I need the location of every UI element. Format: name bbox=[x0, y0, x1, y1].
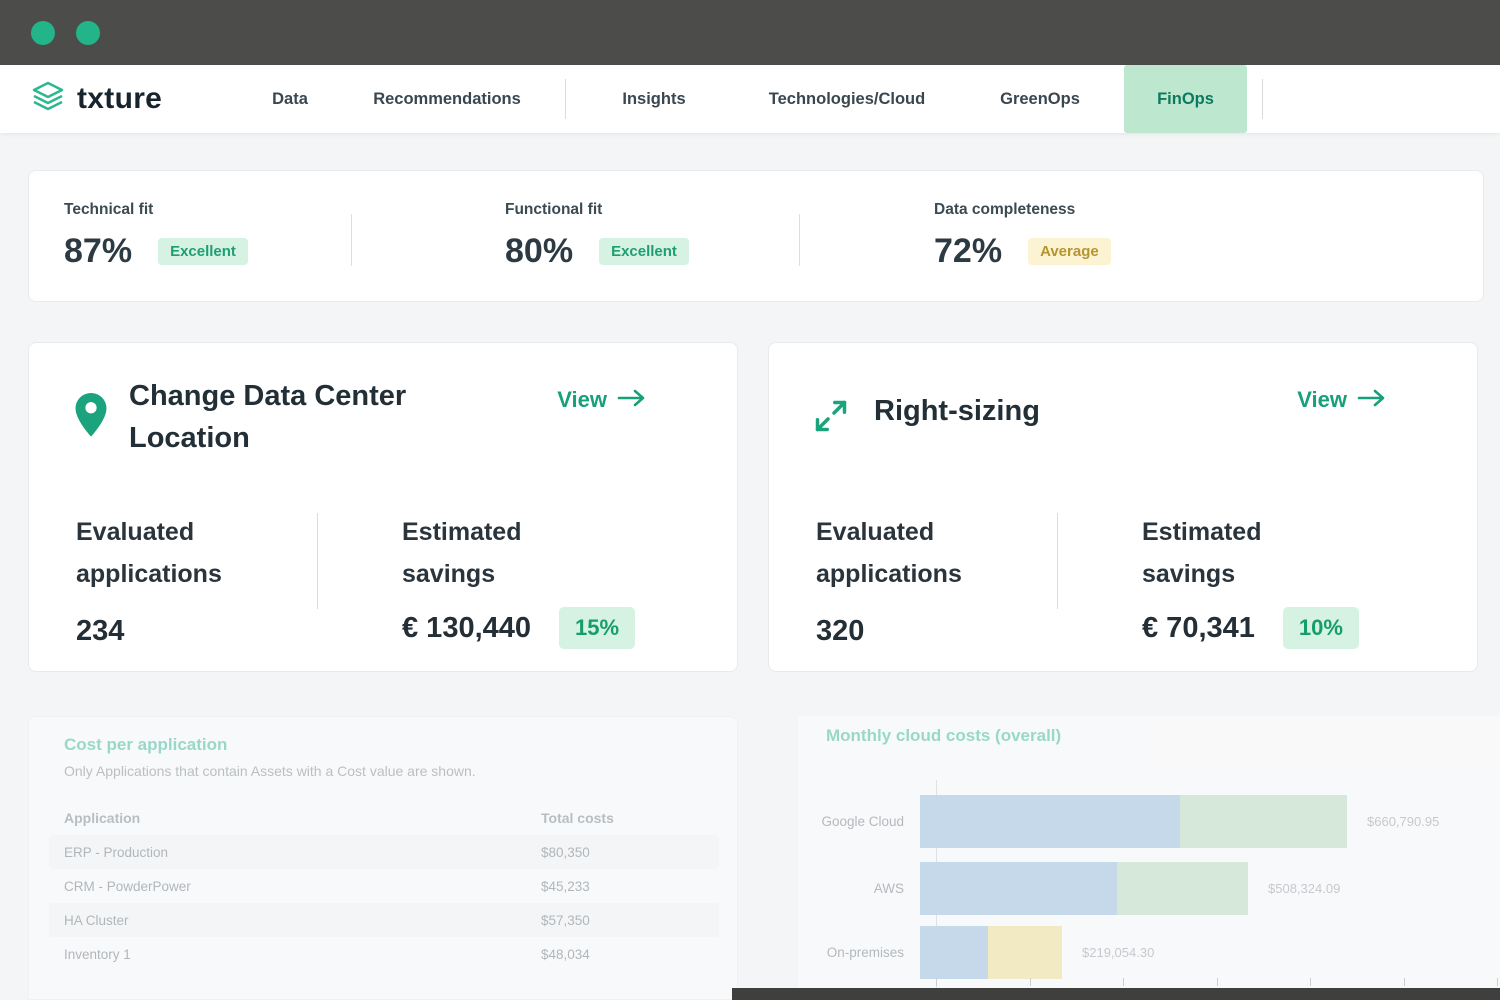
bar-value-label: $660,790.95 bbox=[1367, 814, 1439, 829]
kpi-label: Technical fit bbox=[64, 201, 248, 219]
evaluated-applications-value: 320 bbox=[816, 615, 864, 648]
window-dot-2[interactable] bbox=[76, 21, 100, 45]
nav-item-greenops[interactable]: GreenOps bbox=[1000, 65, 1080, 133]
bar-segment-2 bbox=[1117, 862, 1248, 915]
view-link-right-sizing[interactable]: View bbox=[1297, 387, 1387, 413]
estimated-savings-label: Estimated savings bbox=[1142, 511, 1317, 595]
nav-divider bbox=[1262, 79, 1263, 119]
chart-x-axis-ticks bbox=[936, 978, 1498, 986]
savings-percent-badge: 10% bbox=[1283, 607, 1359, 649]
scrolled-content-section: Cost per application Only Applications t… bbox=[0, 700, 1500, 1000]
table-title: Cost per application bbox=[64, 735, 227, 755]
kpi-value: 72% bbox=[934, 232, 1002, 271]
logo-text: txture bbox=[77, 82, 162, 116]
kpi-functional-fit: Functional fit 80% Excellent bbox=[505, 201, 689, 271]
chart-title: Monthly cloud costs (overall) bbox=[826, 726, 1061, 746]
kpi-divider bbox=[799, 214, 800, 266]
savings-percent-badge: 15% bbox=[559, 607, 635, 649]
stat-divider bbox=[317, 513, 318, 609]
bar-category-label: Google Cloud bbox=[798, 814, 920, 829]
column-total-costs: Total costs bbox=[541, 810, 704, 826]
cost-table: Application Total costs ERP - Production… bbox=[49, 801, 719, 971]
chart-bar-row: AWS $508,324.09 bbox=[798, 862, 1500, 915]
bar-segment-1 bbox=[920, 926, 988, 979]
application-cost: $57,350 bbox=[541, 913, 704, 928]
estimated-savings-value: € 130,440 bbox=[402, 612, 531, 645]
app-window: txture Data Recommendations Insights Tec… bbox=[0, 0, 1500, 1000]
view-label: View bbox=[557, 387, 607, 413]
application-cost: $48,034 bbox=[541, 947, 704, 962]
nav-item-insights[interactable]: Insights bbox=[622, 65, 685, 133]
kpi-value: 87% bbox=[64, 232, 132, 271]
top-navigation: txture Data Recommendations Insights Tec… bbox=[0, 65, 1500, 133]
recommendation-card-right-sizing: Right-sizing View Evaluated applications… bbox=[768, 342, 1478, 672]
estimated-savings-value: € 70,341 bbox=[1142, 612, 1255, 645]
bar-segment-1 bbox=[920, 862, 1117, 915]
estimated-savings-label: Estimated savings bbox=[402, 511, 577, 595]
location-pin-icon bbox=[74, 393, 108, 443]
table-row[interactable]: Inventory 1 $48,034 bbox=[49, 937, 719, 971]
application-name: Inventory 1 bbox=[64, 947, 541, 962]
nav-item-recommendations[interactable]: Recommendations bbox=[373, 65, 521, 133]
status-badge: Excellent bbox=[599, 238, 689, 265]
kpi-technical-fit: Technical fit 87% Excellent bbox=[64, 201, 248, 271]
view-label: View bbox=[1297, 387, 1347, 413]
arrow-right-icon bbox=[617, 387, 647, 413]
recommendation-card-change-datacenter: Change Data Center Location View Evaluat… bbox=[28, 342, 738, 672]
card-title: Change Data Center Location bbox=[129, 375, 459, 459]
bar-segment-2 bbox=[988, 926, 1062, 979]
evaluated-applications-value: 234 bbox=[76, 615, 124, 648]
chart-bar-row: On-premises $219,054.30 bbox=[798, 926, 1500, 979]
application-name: ERP - Production bbox=[64, 845, 541, 860]
logo[interactable]: txture bbox=[30, 65, 162, 133]
evaluated-applications-label: Evaluated applications bbox=[76, 511, 271, 595]
nav-divider bbox=[565, 79, 566, 119]
monthly-cloud-costs-chart: Monthly cloud costs (overall) Google Clo… bbox=[798, 716, 1500, 1000]
bar-value-label: $508,324.09 bbox=[1268, 881, 1340, 896]
column-application: Application bbox=[64, 810, 541, 826]
kpi-label: Functional fit bbox=[505, 201, 689, 219]
status-badge: Average bbox=[1028, 238, 1111, 265]
chart-bar-row: Google Cloud $660,790.95 bbox=[798, 795, 1500, 848]
table-row[interactable]: ERP - Production $80,350 bbox=[49, 835, 719, 869]
score-summary-card: Technical fit 87% Excellent Functional f… bbox=[28, 170, 1484, 302]
bar-value-label: $219,054.30 bbox=[1082, 945, 1154, 960]
kpi-data-completeness: Data completeness 72% Average bbox=[934, 201, 1111, 271]
cost-per-application-card: Cost per application Only Applications t… bbox=[28, 716, 738, 1000]
bar-segment-2 bbox=[1180, 795, 1347, 848]
bar-segment-1 bbox=[920, 795, 1180, 848]
nav-item-data[interactable]: Data bbox=[272, 65, 308, 133]
window-titlebar bbox=[0, 0, 1500, 65]
kpi-label: Data completeness bbox=[934, 201, 1111, 219]
bar-category-label: On-premises bbox=[798, 945, 920, 960]
table-row[interactable]: HA Cluster $57,350 bbox=[49, 903, 719, 937]
table-subtitle: Only Applications that contain Assets wi… bbox=[64, 763, 476, 779]
txture-logo-icon bbox=[30, 81, 66, 118]
bar-category-label: AWS bbox=[798, 881, 920, 896]
application-name: CRM - PowderPower bbox=[64, 879, 541, 894]
table-header-row: Application Total costs bbox=[49, 801, 719, 835]
evaluated-applications-label: Evaluated applications bbox=[816, 511, 1011, 595]
window-dot-1[interactable] bbox=[31, 21, 55, 45]
application-cost: $45,233 bbox=[541, 879, 704, 894]
table-row[interactable]: CRM - PowderPower $45,233 bbox=[49, 869, 719, 903]
application-cost: $80,350 bbox=[541, 845, 704, 860]
nav-item-finops[interactable]: FinOps bbox=[1124, 65, 1247, 133]
application-name: HA Cluster bbox=[64, 913, 541, 928]
arrow-right-icon bbox=[1357, 387, 1387, 413]
expand-arrows-icon bbox=[813, 398, 849, 439]
kpi-value: 80% bbox=[505, 232, 573, 271]
bottom-window-edge bbox=[732, 988, 1500, 1000]
status-badge: Excellent bbox=[158, 238, 248, 265]
nav-item-technologies-cloud[interactable]: Technologies/Cloud bbox=[769, 65, 925, 133]
kpi-divider bbox=[351, 214, 352, 266]
view-link-datacenter[interactable]: View bbox=[557, 387, 647, 413]
card-title: Right-sizing bbox=[874, 390, 1040, 432]
stat-divider bbox=[1057, 513, 1058, 609]
